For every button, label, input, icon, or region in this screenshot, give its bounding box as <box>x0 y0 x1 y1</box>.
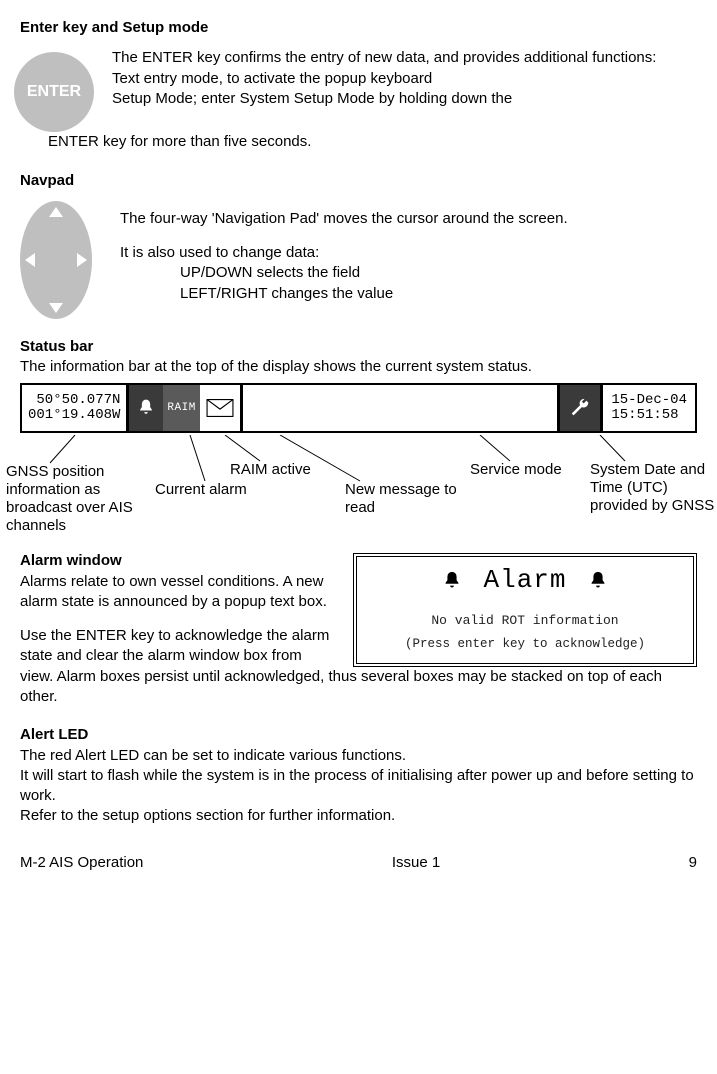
navpad-right-icon <box>77 253 87 267</box>
enter-p2: Text entry mode, to activate the popup k… <box>112 69 656 89</box>
enter-button-graphic: ENTER <box>14 52 94 132</box>
section-navpad: Navpad The four-way 'Navigation Pad' mov… <box>20 171 697 319</box>
section-enter: Enter key and Setup mode ENTER The ENTER… <box>20 18 697 153</box>
navpad-up-icon <box>49 207 63 217</box>
callout-alarm: Current alarm <box>155 481 247 499</box>
alarm-popup-ack: (Press enter key to acknowledge) <box>365 636 685 653</box>
heading-status: Status bar <box>20 337 697 357</box>
alarm-popup-msg: No valid ROT information <box>365 612 685 630</box>
alarm-p2a: Use the ENTER key to acknowledge the ala… <box>20 626 331 667</box>
enter-p4: ENTER key for more than five seconds. <box>48 132 697 152</box>
status-coords: 50°50.077N 001°19.408W <box>22 385 126 431</box>
alarm-popup-graphic: Alarm No valid ROT information (Press en… <box>353 553 697 667</box>
navpad-p1: The four-way 'Navigation Pad' moves the … <box>120 209 568 229</box>
callout-newmsg: New message to read <box>345 481 465 517</box>
status-desc: The information bar at the top of the di… <box>20 357 697 377</box>
heading-enter: Enter key and Setup mode <box>20 18 697 38</box>
alarm-bell-icon <box>129 385 163 431</box>
bell-icon <box>587 570 609 592</box>
status-datetime: 15-Dec-04 15:51:58 <box>603 385 695 431</box>
navpad-p2: It is also used to change data: <box>120 243 568 263</box>
enter-p3: Setup Mode; enter System Setup Mode by h… <box>112 89 656 109</box>
section-status: Status bar The information bar at the to… <box>20 337 697 546</box>
section-alarm: Alarm window Alarms relate to own vessel… <box>20 551 697 707</box>
alarm-p1: Alarms relate to own vessel conditions. … <box>20 572 331 613</box>
heading-navpad: Navpad <box>20 171 697 191</box>
footer-center: Issue 1 <box>392 853 440 873</box>
alert-p3: Refer to the setup options section for f… <box>20 806 697 826</box>
navpad-graphic <box>20 201 92 319</box>
alert-p2: It will start to flash while the system … <box>20 766 697 807</box>
alarm-popup-title: Alarm <box>483 563 566 598</box>
page-footer: M-2 AIS Operation Issue 1 9 <box>20 853 697 873</box>
callout-service: Service mode <box>470 461 562 479</box>
alarm-p2b: view. Alarm boxes persist until acknowle… <box>20 667 697 708</box>
footer-left: M-2 AIS Operation <box>20 853 143 873</box>
heading-alarm: Alarm window <box>20 551 331 571</box>
navpad-down-icon <box>49 303 63 313</box>
navpad-left-icon <box>25 253 35 267</box>
status-bar-graphic: 50°50.077N 001°19.408W RAIM 15-Dec-04 15… <box>20 383 697 433</box>
callout-gnss: GNSS position information as broadcast o… <box>6 463 146 535</box>
navpad-l2: LEFT/RIGHT changes the value <box>180 284 568 304</box>
navpad-l1: UP/DOWN selects the field <box>180 263 568 283</box>
navpad-text-block: The four-way 'Navigation Pad' moves the … <box>120 197 568 304</box>
callout-sysdate: System Date and Time (UTC) provided by G… <box>590 461 717 515</box>
status-spacer <box>243 385 558 431</box>
bell-icon <box>441 570 463 592</box>
enter-text-block: The ENTER key confirms the entry of new … <box>112 48 656 109</box>
footer-right: 9 <box>689 853 697 873</box>
status-callouts: GNSS position information as broadcast o… <box>20 435 697 545</box>
enter-button-label: ENTER <box>27 81 81 103</box>
heading-alert: Alert LED <box>20 725 697 745</box>
section-alert: Alert LED The red Alert LED can be set t… <box>20 725 697 826</box>
enter-p1: The ENTER key confirms the entry of new … <box>112 48 656 68</box>
raim-indicator: RAIM <box>163 385 199 431</box>
callout-raim: RAIM active <box>230 461 311 479</box>
service-wrench-icon <box>560 385 600 431</box>
message-envelope-icon <box>200 385 240 431</box>
alert-p1: The red Alert LED can be set to indicate… <box>20 746 697 766</box>
